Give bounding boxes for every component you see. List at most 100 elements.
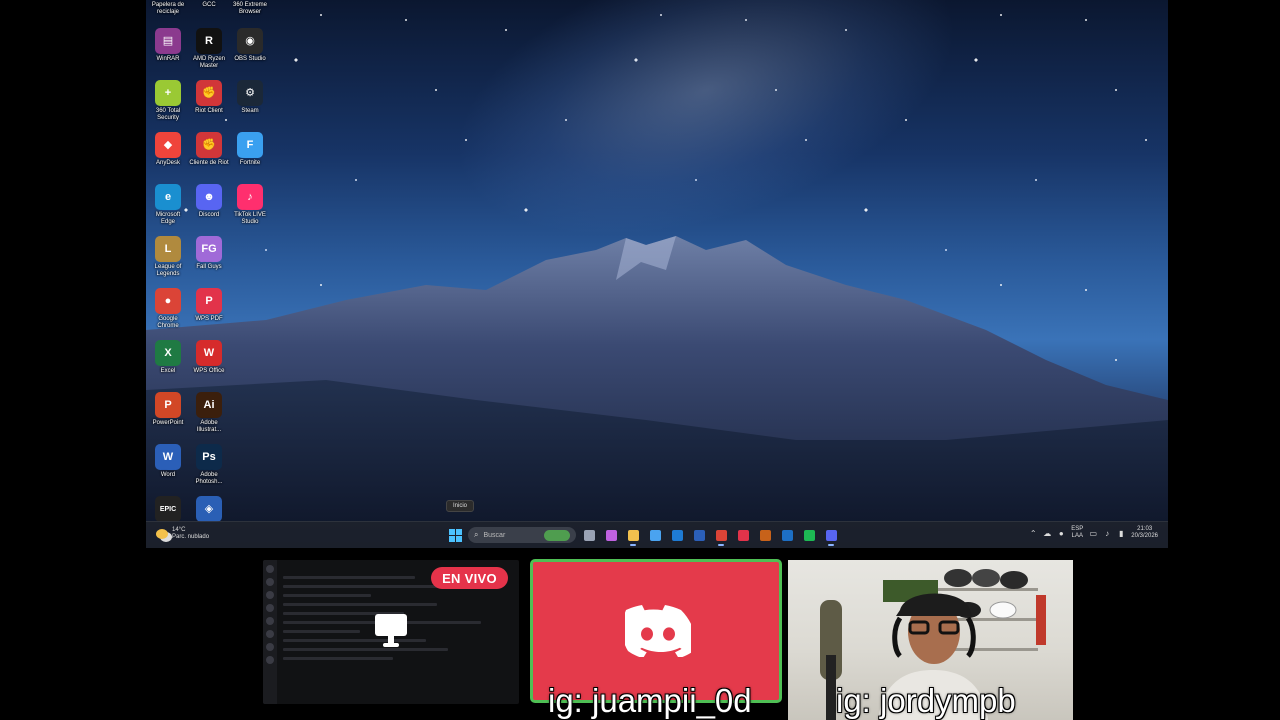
desktop-icon-label: Cliente de Riot [189,160,229,166]
taskbar-app[interactable] [756,526,774,544]
desktop-icon[interactable]: W Word [148,442,188,494]
desktop-screen: Papelera de reciclaje GCC 360 Extreme Brow… [146,0,1168,548]
store-icon [649,529,661,541]
riot-icon: ✊ [196,80,222,106]
desktop-icon[interactable]: R AMD Ryzen Master [189,26,229,78]
taskbar-app[interactable] [646,526,664,544]
epic-games-icon: EPIC [155,496,181,522]
battery-icon[interactable]: ▮ [1117,529,1125,538]
discord-icon: ☻ [196,184,222,210]
desktop-icon[interactable]: W WPS Office [189,338,229,390]
start-button[interactable] [446,526,464,544]
desktop-icon-label: Word [160,472,176,478]
desktop-icon [230,338,270,390]
taskbar-app[interactable] [712,526,730,546]
blank-icon [237,340,263,366]
desktop-icon[interactable]: P PowerPoint [148,390,188,442]
desktop-icon[interactable]: ▤ WinRAR [148,26,188,78]
language-indicator[interactable]: ESP LAA [1071,526,1083,540]
fall-guys-icon: FG [196,236,222,262]
desktop-icon[interactable]: ● Google Chrome [148,286,188,338]
discord-icon [625,605,691,657]
fortnite-icon: F [237,132,263,158]
blank-icon [237,444,263,470]
desktop-icon[interactable]: Papelera de reciclaje [148,0,188,26]
illustrator-icon: Ai [196,392,222,418]
desktop-icon[interactable]: ✊ Cliente de Riot [189,130,229,182]
desktop-icon[interactable]: ☻ Discord [189,182,229,234]
desktop-icon-label: Steam [241,108,259,114]
amd-ryzen-icon: R [196,28,222,54]
desktop-icon[interactable]: FG Fall Guys [189,234,229,286]
desktop-icon[interactable]: +360 Total Security [148,78,188,130]
taskbar-app[interactable] [602,526,620,544]
excel-icon: X [155,340,181,366]
taskbar-app[interactable] [580,526,598,544]
desktop-icon[interactable]: ◉ OBS Studio [230,26,270,78]
desktop-icon-label: Adobe Photosh... [195,472,223,485]
microphone-icon[interactable]: ● [1057,529,1065,538]
volume-icon[interactable]: ♪ [1103,529,1111,538]
monitor-icon [375,614,407,647]
onedrive-icon[interactable]: ☁ [1043,529,1051,538]
start-tooltip: Inicio [446,500,475,512]
blank-icon [237,392,263,418]
tiktok-icon: ♪ [237,184,263,210]
desktop-icon-label: 360 Extreme Browser [232,2,268,15]
desktop-icon[interactable]: 360 Extreme Browser [230,0,270,26]
webcam-caption: ig: jordympb [836,682,1016,719]
desktop-icon[interactable]: X Excel [148,338,188,390]
windows-icon [448,528,462,542]
desktop-icon-label: Adobe Illustrat... [196,420,222,433]
chevron-up-icon[interactable]: ⌃ [1029,529,1037,538]
taskbar-app[interactable] [668,526,686,544]
weather-icon [156,529,168,539]
obs-icon: ◉ [237,28,263,54]
riot-client-icon: ✊ [196,132,222,158]
desktop-icon[interactable]: ♪ TikTok LIVE Studio [230,182,270,234]
search-icon: ⌕ [474,530,479,539]
desktop-icon-label: GCC [202,2,216,8]
taskbar-app[interactable] [690,526,708,544]
lang-top: ESP [1071,526,1084,532]
weather-widget[interactable]: 14°C Parc. nublado [156,527,209,541]
desktop-icon[interactable]: P WPS PDF [189,286,229,338]
desktop-icon[interactable]: Ai Adobe Illustrat... [189,390,229,442]
desktop-icon[interactable]: ✊ Riot Client [189,78,229,130]
lol-icon: L [155,236,181,262]
desktop-icon[interactable]: GCC [189,0,229,26]
file-explorer-icon [627,529,639,541]
illustrator-icon [759,529,771,541]
desktop-icon-label: Fortnite [239,160,261,166]
desktop-icon[interactable]: F Fortnite [230,130,270,182]
steam-icon: ⚙ [237,80,263,106]
desktop-icon[interactable]: Ps Adobe Photosh... [189,442,229,494]
desktop-icon[interactable]: L League of Legends [148,234,188,286]
blank-icon [237,236,263,262]
desktop-icon-label: WPS Office [193,368,225,374]
clock[interactable]: 21:03 20/3/2026 [1131,526,1158,540]
taskbar-app[interactable] [734,526,752,544]
desktop-icon-label: Fall Guys [196,264,222,270]
discord-icon [825,529,837,541]
taskbar-app[interactable] [778,526,796,544]
taskbar-app[interactable] [800,526,818,544]
desktop-icon[interactable]: ⚙ Steam [230,78,270,130]
desktop-icon[interactable]: e Microsoft Edge [148,182,188,234]
taskbar-app[interactable] [822,526,840,546]
desktop-icon[interactable]: ◆ AnyDesk [148,130,188,182]
word-icon [693,529,705,541]
taskbar-center: ⌕ Buscar [446,526,840,546]
taskbar-app[interactable] [624,526,642,546]
desktop-icon-label: League of Legends [154,264,182,277]
desktop-icon-label: TikTok LIVE Studio [234,212,266,225]
desktop-icon [230,286,270,338]
search-highlight-icon [544,529,570,541]
taskbar-search[interactable]: ⌕ Buscar [468,527,576,543]
wps-icon [737,529,749,541]
task-view-icon [583,529,595,541]
rocket-league-icon: ◈ [196,496,222,522]
desktop-icon [230,442,270,494]
clock-date: 20/3/2026 [1131,533,1158,539]
network-icon[interactable]: ▭ [1089,529,1098,538]
